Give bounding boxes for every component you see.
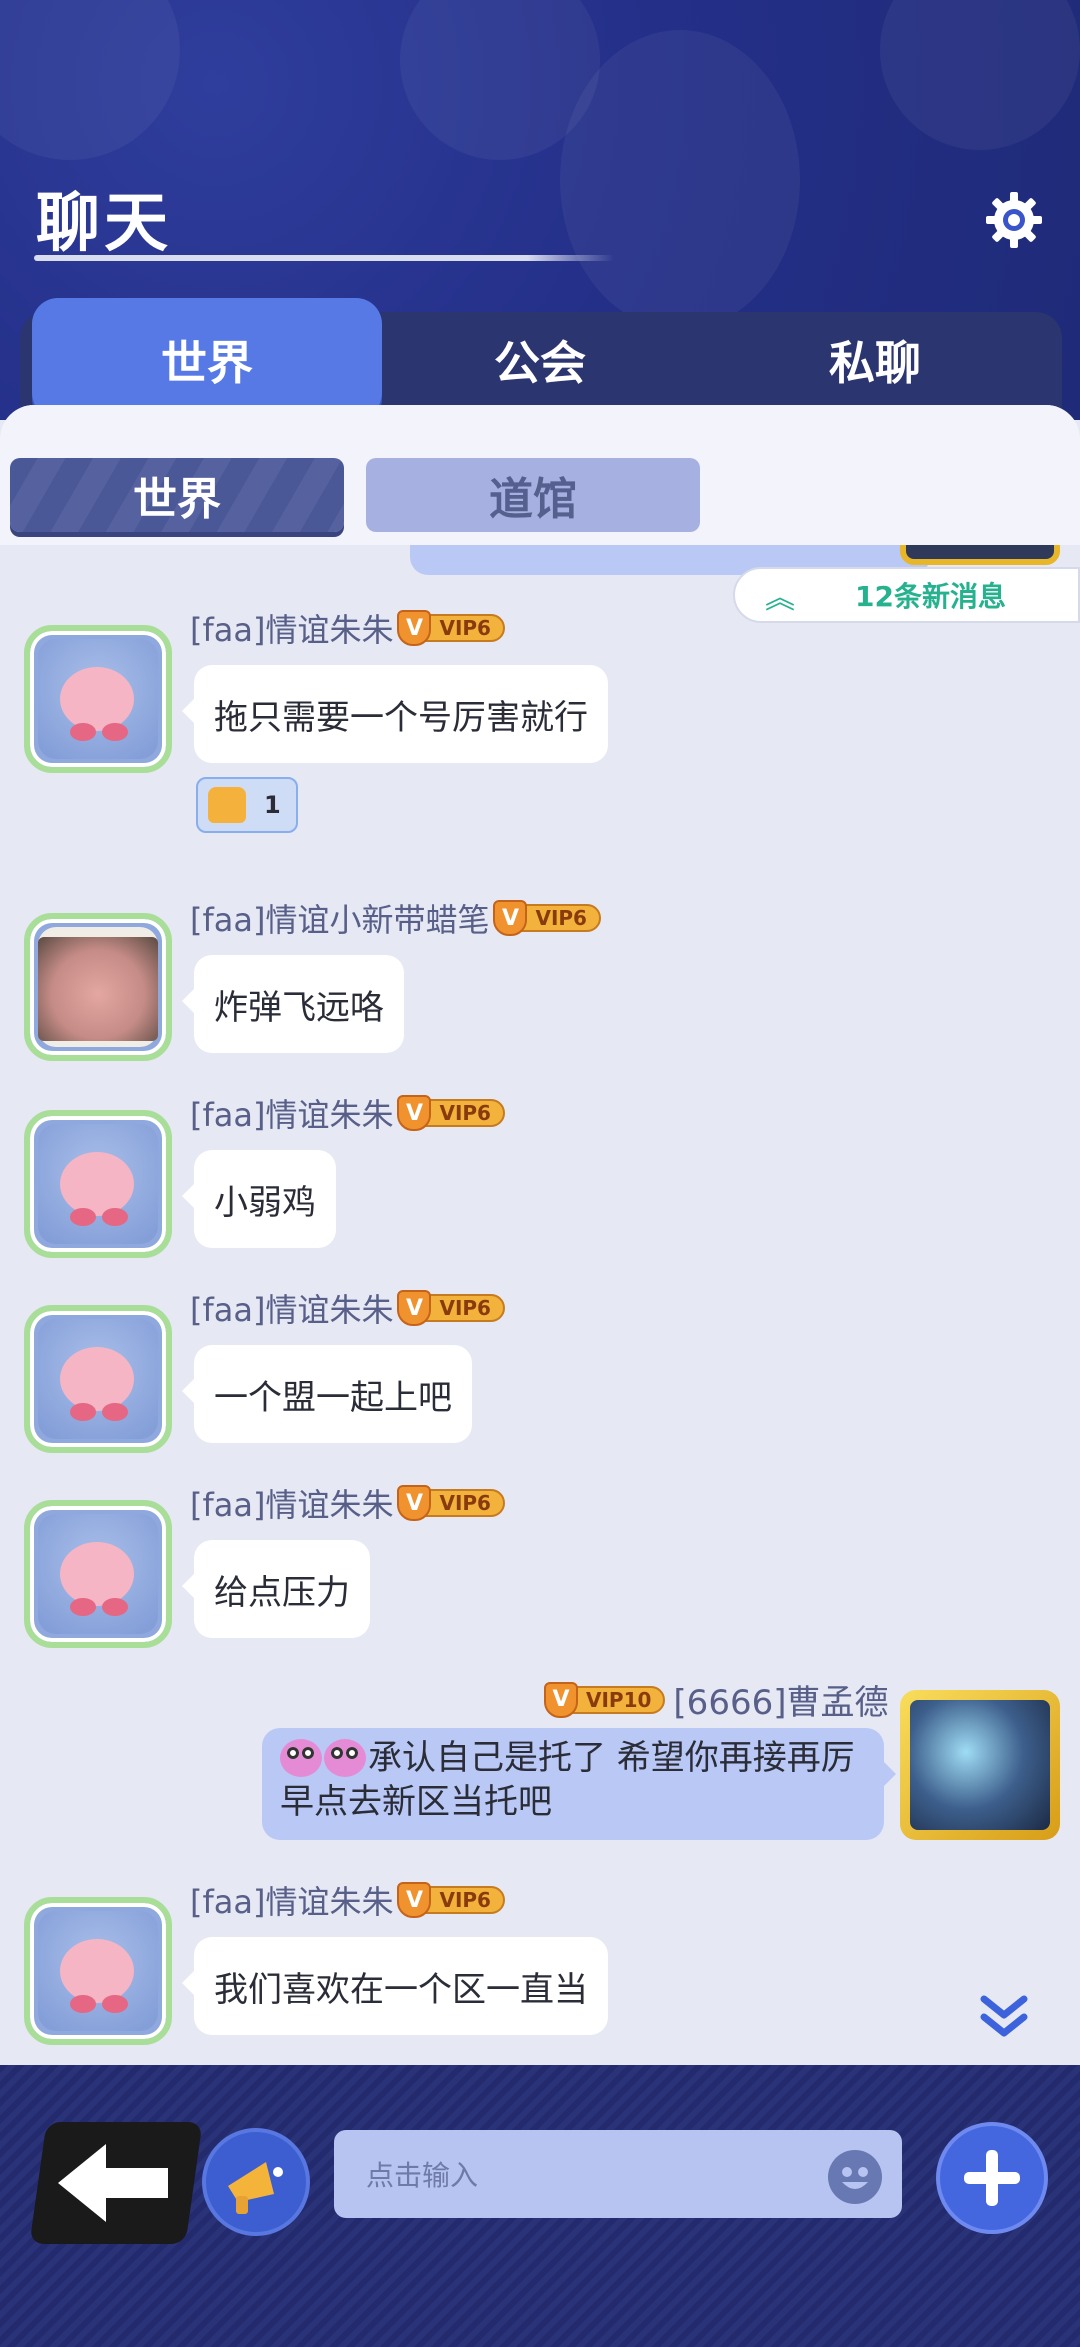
sender-name: [faa]情谊朱朱 V VIP6 — [190, 605, 505, 651]
back-arrow-icon — [58, 2144, 168, 2222]
vip-badge: V VIP6 — [397, 1290, 505, 1326]
avatar[interactable] — [24, 625, 172, 773]
title-underline — [34, 255, 614, 261]
vip-badge: V VIP6 — [397, 1882, 505, 1918]
message-bubble[interactable]: 小弱鸡 — [182, 1150, 336, 1248]
sender-name: [faa]情谊朱朱 V VIP6 — [190, 1480, 505, 1526]
message-bubble[interactable]: 我们喜欢在一个区一直当 — [182, 1937, 608, 2035]
plus-icon — [964, 2150, 1020, 2206]
sender-name: [faa]情谊小新带蜡笔 V VIP6 — [190, 895, 601, 941]
sender-name: [faa]情谊朱朱 V VIP6 — [190, 1285, 505, 1331]
emoji-icon — [280, 1739, 322, 1777]
smile-icon[interactable] — [828, 2150, 882, 2204]
avatar[interactable] — [24, 1500, 172, 1648]
thumbs-up-icon — [208, 787, 246, 823]
sender-name: V VIP10 [6666]曹孟德 — [540, 1675, 888, 1724]
emoji-icon — [324, 1739, 366, 1777]
message-bubble[interactable]: 炸弹飞远咯 — [182, 955, 404, 1053]
vip-badge: V VIP6 — [397, 610, 505, 646]
subtab-gym[interactable]: 道馆 — [366, 458, 700, 532]
avatar[interactable] — [900, 1690, 1060, 1840]
sender-name: [faa]情谊朱朱 V VIP6 — [190, 1877, 505, 1923]
sender-name: [faa]情谊朱朱 V VIP6 — [190, 1090, 505, 1136]
message-bubble[interactable]: 给点压力 — [182, 1540, 370, 1638]
back-button[interactable] — [29, 2122, 203, 2244]
avatar[interactable] — [24, 1305, 172, 1453]
message-bubble[interactable]: 拖只需要一个号厉害就行 — [182, 665, 608, 763]
avatar[interactable] — [24, 913, 172, 1061]
megaphone-button[interactable] — [202, 2128, 310, 2236]
avatar[interactable] — [24, 1110, 172, 1258]
double-chevron-down-icon[interactable] — [974, 1985, 1034, 2045]
vip-badge: V VIP6 — [493, 900, 601, 936]
add-button[interactable] — [936, 2122, 1048, 2234]
vip-badge: V VIP10 — [544, 1681, 666, 1718]
new-messages-button[interactable]: ︽ 12条新消息 — [733, 567, 1080, 623]
tab-private[interactable]: 私聊 — [700, 298, 1050, 422]
megaphone-icon — [228, 2162, 283, 2214]
message-bubble[interactable]: 承认自己是托了 希望你再接再厉 早点去新区当托吧 — [262, 1728, 896, 1840]
vip-badge: V VIP6 — [397, 1095, 505, 1131]
message-bubble[interactable]: 一个盟一起上吧 — [182, 1345, 472, 1443]
partial-avatar — [900, 545, 1060, 565]
like-button[interactable]: 1 — [196, 777, 298, 833]
page-title: 聊天 — [36, 187, 172, 261]
subtab-world[interactable]: 世界 — [10, 458, 344, 532]
chat-list[interactable]: ︽ 12条新消息 [faa]情谊朱朱 V VIP6 拖只需要一个号厉害就行 1 [… — [0, 545, 1080, 2065]
chevron-up-icon: ︽ — [765, 581, 795, 616]
vip-badge: V VIP6 — [397, 1485, 505, 1521]
chat-input[interactable]: 点击输入 — [334, 2130, 902, 2218]
tab-guild[interactable]: 公会 — [365, 298, 715, 422]
avatar[interactable] — [24, 1897, 172, 2045]
tab-world[interactable]: 世界 — [32, 298, 382, 440]
gear-icon[interactable] — [984, 190, 1044, 250]
